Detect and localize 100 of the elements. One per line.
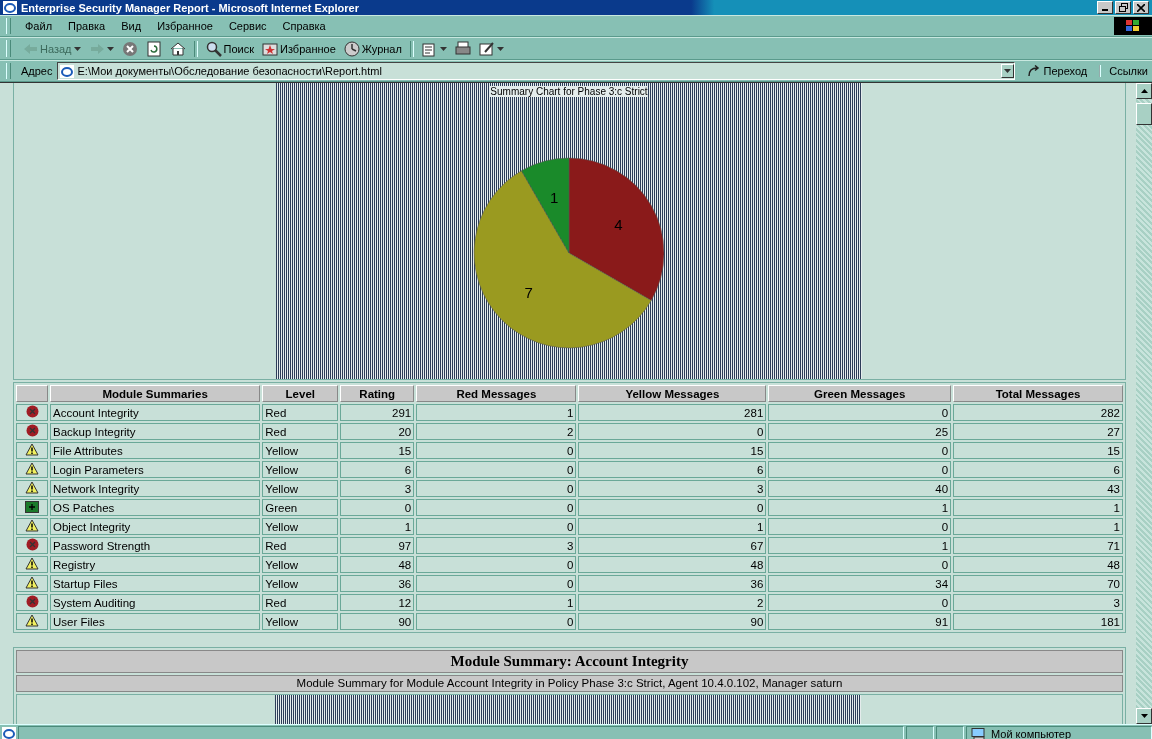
table-cell: 3 (953, 594, 1123, 611)
browser-icon (2, 727, 16, 739)
address-field[interactable]: E:\Мои документы\Обследование безопасности\Report.html (56, 62, 1015, 80)
history-button[interactable]: Журнал (340, 40, 405, 57)
table-cell: Account Integrity (50, 404, 261, 421)
table-cell: Red (262, 404, 339, 421)
table-cell: 1 (340, 518, 415, 535)
computer-icon (971, 727, 987, 739)
column-header: Module Summaries (50, 385, 261, 402)
menu-item[interactable]: Сервис (220, 20, 275, 32)
restore-icon (1118, 3, 1128, 12)
table-cell: Registry (50, 556, 261, 573)
table-cell: 40 (768, 480, 952, 497)
table-cell: 1 (953, 518, 1123, 535)
star-folder-icon (262, 40, 278, 57)
table-cell: 0 (768, 594, 952, 611)
table-cell: 0 (578, 499, 767, 516)
table-cell: Yellow (262, 613, 339, 630)
column-header: Red Messages (416, 385, 577, 402)
table-cell: 181 (953, 613, 1123, 630)
menu-item[interactable]: Вид (113, 20, 150, 32)
column-header: Rating (340, 385, 415, 402)
column-header: Level (262, 385, 339, 402)
table-cell: 6 (578, 461, 767, 478)
slice-label: 7 (524, 284, 533, 302)
address-label: Адрес (21, 65, 53, 77)
table-cell: 2 (578, 594, 767, 611)
table-cell: 3 (416, 537, 577, 554)
table-cell: Green (262, 499, 339, 516)
zone-label: Мой компьютер (991, 727, 1072, 739)
table-cell: 43 (953, 480, 1123, 497)
table-cell: 15 (578, 442, 767, 459)
edit-icon (478, 40, 495, 57)
search-button[interactable]: Поиск (202, 40, 257, 57)
table-cell: Red (262, 594, 339, 611)
table-cell: Password Strength (50, 537, 261, 554)
table-cell: 1 (416, 404, 577, 421)
refresh-icon (145, 40, 162, 57)
table-cell: 36 (578, 575, 767, 592)
printer-icon (454, 40, 471, 57)
menu-item[interactable]: Справка (274, 20, 334, 32)
minimize-button[interactable] (1097, 1, 1113, 14)
section-subtitle: Module Summary for Module Account Integrity in Policy Phase 3:c Strict, Agent 10.4.0.102, Manager saturn (16, 675, 1123, 692)
table-cell: 1 (953, 499, 1123, 516)
links-button[interactable]: Ссылки (1099, 65, 1152, 77)
table-cell: 0 (416, 480, 577, 497)
scroll-up-button[interactable] (1136, 83, 1152, 99)
table-cell: 0 (416, 499, 577, 516)
go-button[interactable]: Переход (1018, 65, 1096, 77)
table-cell: 3 (340, 480, 415, 497)
close-button[interactable] (1133, 1, 1149, 14)
table-cell: 15 (953, 442, 1123, 459)
table-cell: 71 (953, 537, 1123, 554)
scroll-thumb[interactable] (1136, 103, 1152, 125)
clock-icon (343, 40, 360, 57)
table-cell: 90 (578, 613, 767, 630)
table-cell: User Files (50, 613, 261, 630)
table-cell: 25 (768, 423, 952, 440)
stop-icon (121, 40, 138, 57)
table-cell: 48 (953, 556, 1123, 573)
table-cell: Yellow (262, 461, 339, 478)
table-cell: Yellow (262, 480, 339, 497)
close-icon (1137, 3, 1145, 12)
status-panel (936, 726, 964, 739)
window-title: Enterprise Security Manager Report - Microsoft Internet Explorer (21, 1, 361, 14)
table-cell: 3 (578, 480, 767, 497)
table-cell: Red (262, 423, 339, 440)
table-cell: File Attributes (50, 442, 261, 459)
dropdown-button[interactable] (1000, 64, 1014, 78)
restore-button[interactable] (1115, 1, 1131, 14)
table-cell: 48 (578, 556, 767, 573)
slice-label: 4 (614, 215, 623, 233)
table-cell: 0 (416, 442, 577, 459)
down-arrow-icon (1140, 714, 1148, 718)
menu-item[interactable]: Избранное (149, 20, 221, 32)
status-panel (906, 726, 934, 739)
minimize-icon (1102, 9, 1108, 11)
table-cell: Login Parameters (50, 461, 261, 478)
scroll-down-button[interactable] (1136, 708, 1152, 724)
table-cell: Yellow (262, 442, 339, 459)
column-header: Green Messages (768, 385, 952, 402)
table-cell: 6 (953, 461, 1123, 478)
table-cell: Yellow (262, 575, 339, 592)
browser-icon (59, 64, 74, 78)
table-cell: 0 (578, 423, 767, 440)
curved-arrow-icon (1026, 65, 1041, 77)
table-cell: 48 (340, 556, 415, 573)
table-cell: Yellow (262, 556, 339, 573)
menu-item[interactable]: Правка (60, 20, 114, 32)
table-cell: 12 (340, 594, 415, 611)
table-cell: 0 (768, 556, 952, 573)
menu-item[interactable]: Файл (17, 20, 61, 32)
table-cell: 1 (768, 499, 952, 516)
scrollbar[interactable] (1136, 83, 1152, 724)
table-cell: 282 (953, 404, 1123, 421)
favorites-button[interactable]: Избранное (259, 40, 339, 57)
table-cell: System Auditing (50, 594, 261, 611)
table-cell: 1 (416, 594, 577, 611)
table-cell: Red (262, 537, 339, 554)
table-cell: 67 (578, 537, 767, 554)
